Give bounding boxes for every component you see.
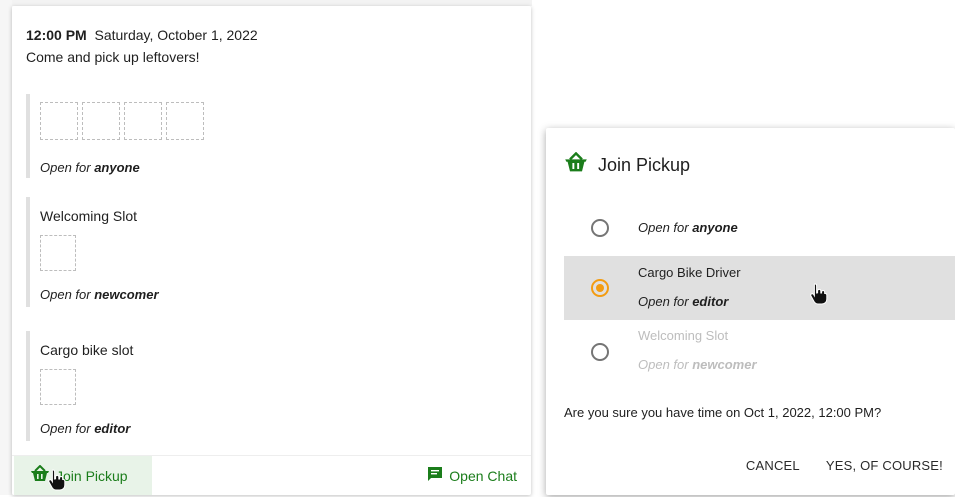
option-title: Cargo Bike Driver bbox=[638, 265, 741, 280]
slot-places bbox=[40, 235, 80, 271]
slot-open-for: Open for newcomer bbox=[40, 287, 159, 302]
option-role: newcomer bbox=[692, 357, 757, 372]
slot-title: Welcoming Slot bbox=[40, 208, 138, 224]
join-pickup-dialog: Join Pickup Open for anyone Cargo Bike D… bbox=[546, 128, 955, 495]
empty-place[interactable] bbox=[82, 102, 120, 140]
confirm-question: Are you sure you have time on Oct 1, 202… bbox=[564, 405, 882, 420]
join-pickup-button[interactable]: Join Pickup bbox=[14, 456, 152, 495]
open-chat-label: Open Chat bbox=[449, 467, 517, 484]
empty-place[interactable] bbox=[40, 102, 78, 140]
slot-cargo-bike: Cargo bike slot Open for editor bbox=[26, 331, 525, 441]
slot-title: Cargo bike slot bbox=[40, 342, 134, 358]
option-title: Welcoming Slot bbox=[638, 328, 729, 343]
slot-open-for: Open for anyone bbox=[40, 160, 140, 175]
option-anyone[interactable]: Open for anyone bbox=[564, 208, 955, 248]
slot-open-for: Open for editor bbox=[40, 421, 130, 436]
empty-place[interactable] bbox=[40, 369, 76, 405]
open-for-prefix: Open for bbox=[40, 421, 95, 436]
radio-button[interactable] bbox=[591, 219, 609, 237]
open-chat-button[interactable]: Open Chat bbox=[427, 456, 517, 495]
option-open-for: Open for editor bbox=[638, 294, 728, 309]
radio-button-selected[interactable] bbox=[591, 279, 609, 297]
slot-places bbox=[40, 369, 80, 405]
dialog-title: Join Pickup bbox=[564, 151, 691, 179]
dialog-actions: CANCEL YES, OF COURSE! bbox=[720, 458, 943, 473]
empty-place[interactable] bbox=[124, 102, 162, 140]
open-for-prefix: Open for bbox=[40, 287, 95, 302]
open-for-prefix: Open for bbox=[638, 294, 693, 309]
pickup-datetime: 12:00 PM Saturday, October 1, 2022 bbox=[26, 26, 258, 45]
empty-place[interactable] bbox=[40, 235, 76, 271]
pickup-card: 12:00 PM Saturday, October 1, 2022 Come … bbox=[12, 6, 531, 495]
option-open-for: Open for newcomer bbox=[638, 357, 757, 372]
confirm-button[interactable]: YES, OF COURSE! bbox=[826, 458, 943, 473]
option-role: anyone bbox=[692, 220, 738, 235]
slot-anyone: Open for anyone bbox=[26, 94, 525, 178]
pickup-date: Saturday, October 1, 2022 bbox=[94, 27, 258, 43]
hand-pointer-icon bbox=[47, 468, 67, 492]
basket-icon bbox=[564, 151, 598, 179]
slot-role: newcomer bbox=[94, 287, 159, 302]
hand-pointer-icon bbox=[809, 282, 829, 306]
option-cargo-bike-driver[interactable]: Cargo Bike Driver Open for editor bbox=[564, 256, 955, 320]
empty-place[interactable] bbox=[166, 102, 204, 140]
open-for-prefix: Open for bbox=[638, 357, 693, 372]
cancel-button[interactable]: CANCEL bbox=[746, 458, 800, 473]
open-for-prefix: Open for bbox=[638, 220, 693, 235]
option-open-for: Open for anyone bbox=[638, 220, 738, 235]
pickup-time: 12:00 PM bbox=[26, 27, 87, 43]
open-for-prefix: Open for bbox=[40, 160, 95, 175]
slot-role: anyone bbox=[94, 160, 140, 175]
option-welcoming-slot[interactable]: Welcoming Slot Open for newcomer bbox=[564, 320, 955, 384]
slot-role: editor bbox=[94, 421, 131, 436]
dialog-title-text: Join Pickup bbox=[598, 155, 691, 175]
chat-icon bbox=[427, 466, 449, 485]
card-actions: Join Pickup Open Chat bbox=[12, 455, 531, 495]
background-left bbox=[0, 0, 12, 495]
slot-places bbox=[40, 102, 208, 140]
radio-button[interactable] bbox=[591, 343, 609, 361]
option-role: editor bbox=[692, 294, 729, 309]
slot-welcoming: Welcoming Slot Open for newcomer bbox=[26, 197, 525, 307]
pickup-description: Come and pick up leftovers! bbox=[26, 49, 200, 65]
